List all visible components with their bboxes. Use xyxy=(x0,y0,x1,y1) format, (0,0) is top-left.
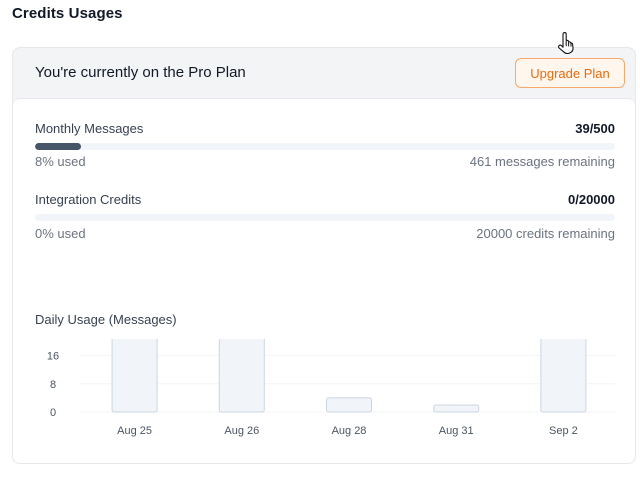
y-tick-label: 8 xyxy=(50,379,56,391)
credits-card: You're currently on the Pro Plan Upgrade… xyxy=(12,47,636,464)
bar xyxy=(218,339,265,413)
x-tick-label: Aug 31 xyxy=(439,425,474,437)
x-tick-label: Sep 2 xyxy=(549,425,578,437)
bar xyxy=(540,339,587,413)
daily-usage-chart: 08162432Aug 25Aug 26Aug 28Aug 31Sep 2 xyxy=(47,339,615,437)
bar xyxy=(433,404,480,413)
monthly-messages-label: Monthly Messages xyxy=(35,121,144,136)
x-tick-label: Aug 26 xyxy=(224,425,259,437)
upgrade-plan-button[interactable]: Upgrade Plan xyxy=(515,58,625,88)
integration-credits-remaining: 20000 credits remaining xyxy=(476,226,615,241)
hand-pointer-cursor-icon xyxy=(558,32,574,54)
bar xyxy=(111,339,158,413)
monthly-messages-count: 39/500 xyxy=(575,121,615,136)
monthly-messages-progress xyxy=(35,143,615,150)
daily-usage-title: Daily Usage (Messages) xyxy=(35,312,177,327)
bar xyxy=(326,397,372,413)
integration-credits-count: 0/20000 xyxy=(568,192,615,207)
integration-credits-label: Integration Credits xyxy=(35,192,142,207)
y-tick-label: 16 xyxy=(47,351,59,363)
x-tick-label: Aug 25 xyxy=(117,425,152,437)
usage-panel: Monthly Messages 39/500 8% used 461 mess… xyxy=(13,98,635,463)
y-tick-label: 0 xyxy=(50,407,56,419)
current-plan-text: You're currently on the Pro Plan xyxy=(35,64,246,81)
page-title: Credits Usages xyxy=(12,5,123,22)
integration-credits-progress xyxy=(35,214,615,221)
monthly-messages-progress-fill xyxy=(35,143,82,150)
integration-credits-used: 0% used xyxy=(35,226,86,241)
monthly-messages-remaining: 461 messages remaining xyxy=(469,154,615,169)
monthly-messages-used: 8% used xyxy=(35,154,86,169)
x-tick-label: Aug 28 xyxy=(332,425,367,437)
